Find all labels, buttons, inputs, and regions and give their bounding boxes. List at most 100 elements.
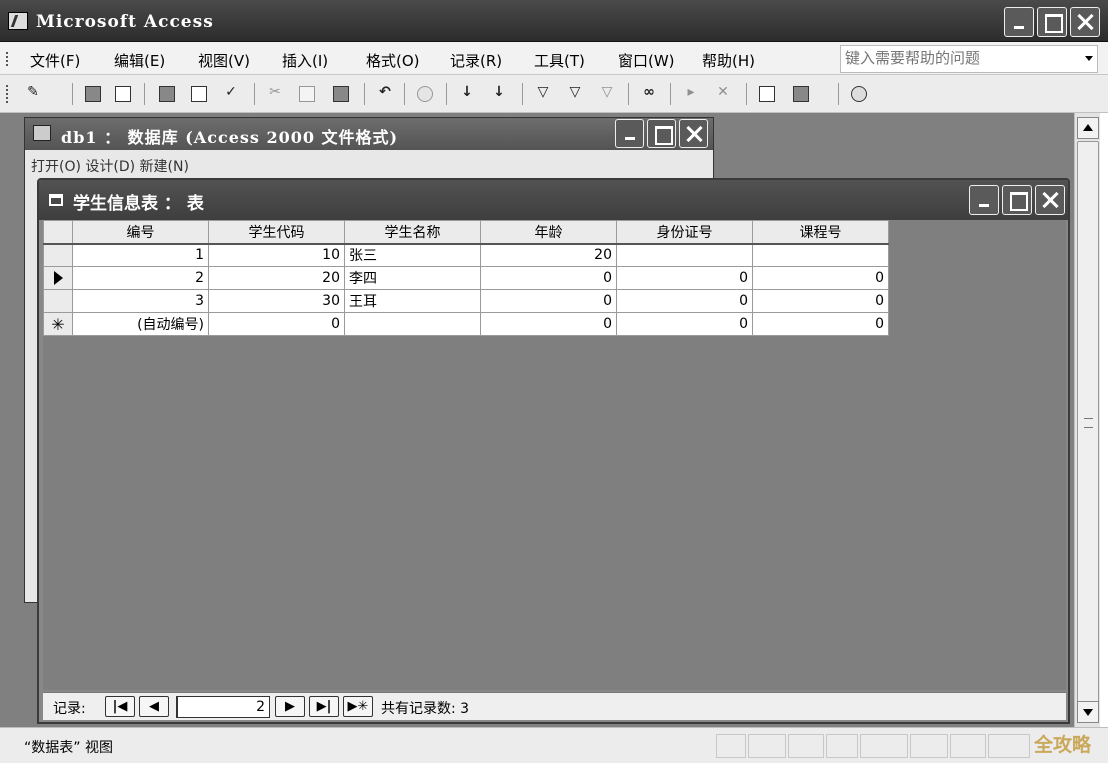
db-close-button[interactable]: [679, 119, 708, 148]
column-header-age[interactable]: 年龄: [480, 220, 617, 245]
db-maximize-button[interactable]: [647, 119, 676, 148]
last-record-button[interactable]: ▶|: [309, 696, 339, 717]
menu-view[interactable]: 视图(V): [198, 50, 250, 71]
find-icon[interactable]: ∞: [638, 83, 660, 105]
scroll-up-arrow-icon[interactable]: [1077, 117, 1099, 139]
undo-icon[interactable]: ↶: [374, 83, 396, 105]
table-minimize-button[interactable]: [969, 185, 999, 215]
copy-icon[interactable]: [296, 83, 318, 105]
watermark-text: 全攻略: [1034, 734, 1092, 756]
new-record-nav-button[interactable]: ▶✳: [343, 696, 373, 717]
table-datasheet-window[interactable]: 学生信息表 ： 表 编号 学生代码 学生名称 年龄 身份证号 课程号 1 10 …: [37, 178, 1070, 724]
cell-age[interactable]: 0: [480, 289, 617, 313]
cell-id-card[interactable]: [616, 243, 753, 267]
delete-record-icon[interactable]: ✕: [712, 83, 734, 105]
cell-student-name[interactable]: 王耳: [344, 289, 481, 313]
sort-ascending-icon[interactable]: ↓: [456, 83, 478, 105]
cell-student-code[interactable]: 30: [208, 289, 345, 313]
select-all-cell[interactable]: [43, 220, 73, 245]
cell-age[interactable]: 20: [480, 243, 617, 267]
next-record-button[interactable]: ▶: [275, 696, 305, 717]
cell-id[interactable]: 1: [72, 243, 209, 267]
scroll-down-arrow-icon[interactable]: [1077, 701, 1099, 723]
print-icon[interactable]: [156, 83, 178, 105]
filter-by-form-icon[interactable]: ▽: [564, 83, 586, 105]
cell-course[interactable]: [752, 243, 889, 267]
access-app-icon[interactable]: [8, 12, 28, 30]
table-window-title-bar[interactable]: 学生信息表 ： 表: [39, 180, 1068, 220]
save-icon[interactable]: [82, 83, 104, 105]
record-navigation-bar: 记录: |◀ ◀ 2 ▶ ▶| ▶✳ 共有记录数: 3: [43, 692, 1066, 720]
cell-course[interactable]: 0: [752, 289, 889, 313]
cell-student-code[interactable]: 10: [208, 243, 345, 267]
database-window-icon[interactable]: [756, 83, 778, 105]
help-question-box[interactable]: [840, 45, 1098, 73]
cell-id[interactable]: 3: [72, 289, 209, 313]
cell-student-name[interactable]: 张三: [344, 243, 481, 267]
cut-icon[interactable]: ✂: [264, 83, 286, 105]
column-header-student-name[interactable]: 学生名称: [344, 220, 481, 245]
scroll-thumb[interactable]: [1077, 141, 1099, 703]
new-record-icon[interactable]: ▸: [680, 83, 702, 105]
cell-student-code[interactable]: 20: [208, 266, 345, 290]
cell-id-card[interactable]: 0: [616, 289, 753, 313]
status-panel: [826, 734, 858, 758]
chevron-down-icon[interactable]: [1085, 56, 1093, 61]
column-header-id[interactable]: 编号: [72, 220, 209, 245]
cell-id[interactable]: (自动编号): [72, 312, 209, 336]
cell-id[interactable]: 2: [72, 266, 209, 290]
table-close-button[interactable]: [1035, 185, 1065, 215]
menu-tools[interactable]: 工具(T): [534, 50, 585, 71]
cell-age[interactable]: 0: [480, 266, 617, 290]
column-header-student-code[interactable]: 学生代码: [208, 220, 345, 245]
new-record-selector[interactable]: ✳: [43, 312, 73, 336]
design-view-icon[interactable]: ✎: [22, 83, 44, 105]
record-selector-current[interactable]: [43, 266, 73, 290]
menu-file[interactable]: 文件(F): [30, 50, 80, 71]
menu-insert[interactable]: 插入(I): [282, 50, 328, 71]
print-preview-icon[interactable]: [188, 83, 210, 105]
hyperlink-icon[interactable]: [414, 83, 436, 105]
filter-by-selection-icon[interactable]: ▽: [532, 83, 554, 105]
menu-records[interactable]: 记录(R): [450, 50, 502, 71]
cell-id-card[interactable]: 0: [616, 266, 753, 290]
status-panel: [748, 734, 786, 758]
db-minimize-button[interactable]: [615, 119, 644, 148]
menu-format[interactable]: 格式(O): [366, 50, 420, 71]
cell-course[interactable]: 0: [752, 266, 889, 290]
spelling-icon[interactable]: ✓: [220, 83, 242, 105]
minimize-button[interactable]: [1004, 7, 1034, 37]
cell-course[interactable]: 0: [752, 312, 889, 336]
column-header-id-card[interactable]: 身份证号: [616, 220, 753, 245]
table-maximize-button[interactable]: [1002, 185, 1032, 215]
table-row: 3 30 王耳 0 0 0: [43, 289, 889, 313]
cell-id-card[interactable]: 0: [616, 312, 753, 336]
column-header-course[interactable]: 课程号: [752, 220, 889, 245]
cell-student-name[interactable]: [344, 312, 481, 336]
current-record-input[interactable]: 2: [176, 696, 270, 718]
menu-window[interactable]: 窗口(W): [618, 50, 675, 71]
database-window-title-bar[interactable]: db1 ： 数据库 (Access 2000 文件格式): [25, 118, 713, 150]
toolbar-grip[interactable]: [6, 85, 9, 103]
cell-student-code[interactable]: 0: [208, 312, 345, 336]
vertical-scrollbar[interactable]: [1074, 113, 1100, 727]
menu-grip[interactable]: [6, 52, 9, 66]
maximize-button[interactable]: [1037, 7, 1067, 37]
close-button[interactable]: [1070, 7, 1100, 37]
sort-descending-icon[interactable]: ↓: [488, 83, 510, 105]
help-question-input[interactable]: [841, 46, 1073, 70]
cell-age[interactable]: 0: [480, 312, 617, 336]
new-object-icon[interactable]: [790, 83, 812, 105]
previous-record-button[interactable]: ◀: [139, 696, 169, 717]
first-record-button[interactable]: |◀: [105, 696, 135, 717]
record-selector[interactable]: [43, 243, 73, 267]
database-window-toolbar[interactable]: 打开(O) 设计(D) 新建(N): [31, 156, 701, 178]
search-file-icon[interactable]: [112, 83, 134, 105]
apply-filter-icon[interactable]: ▽: [596, 83, 618, 105]
cell-student-name[interactable]: 李四: [344, 266, 481, 290]
help-icon[interactable]: [848, 83, 870, 105]
menu-help[interactable]: 帮助(H): [702, 50, 755, 71]
menu-edit[interactable]: 编辑(E): [114, 50, 165, 71]
record-selector[interactable]: [43, 289, 73, 313]
paste-icon[interactable]: [330, 83, 352, 105]
